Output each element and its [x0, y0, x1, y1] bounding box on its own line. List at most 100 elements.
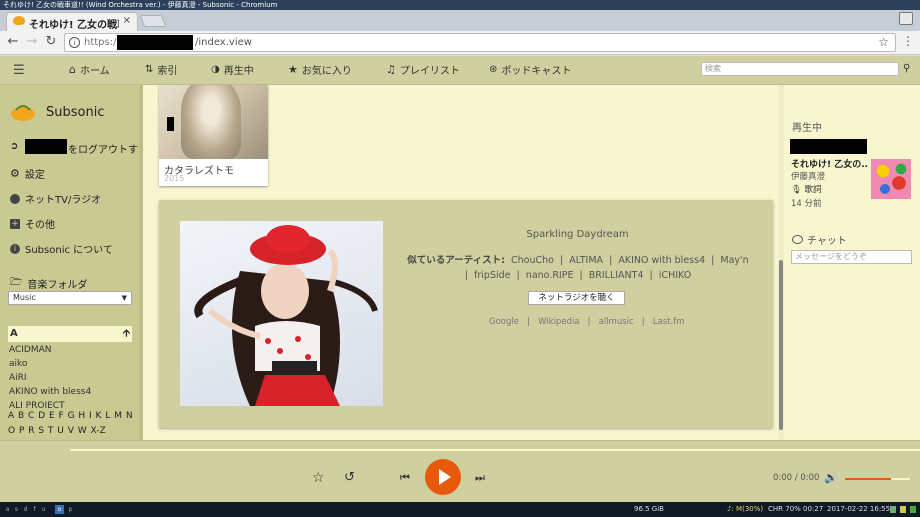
similar-artist-link[interactable]: iCHIKO: [659, 270, 691, 281]
workspace[interactable]: d: [21, 505, 30, 514]
workspace[interactable]: s: [12, 505, 21, 514]
alphabet-index[interactable]: A B C D E F G H I K L M N O P R S T U V …: [8, 409, 138, 439]
workspace[interactable]: a: [3, 505, 12, 514]
player-time: 0:00 / 0:00: [773, 473, 820, 483]
microphone-icon: 🎙: [791, 185, 802, 195]
address-bar[interactable]: i https:// /index.view ☆: [64, 33, 896, 52]
window-title: それゆけ! 乙女の戦車道!! (Wind Orchestra ver.) - 伊…: [0, 0, 920, 10]
logout-link[interactable]: ➲: [10, 141, 18, 152]
forward-icon[interactable]: →: [24, 33, 40, 51]
menu-dots-icon[interactable]: ⋮: [902, 34, 914, 48]
profile-icon[interactable]: [899, 12, 913, 25]
hamburger-icon[interactable]: ☰: [13, 63, 25, 78]
lastfm-link[interactable]: Last.fm: [653, 317, 685, 327]
similar-artist-link[interactable]: May'n: [720, 255, 748, 266]
artist-radio-button[interactable]: ネットラジオを聴く: [528, 291, 625, 305]
reload-icon[interactable]: ↻: [43, 33, 59, 51]
now-playing-artist[interactable]: 伊藤真澄: [791, 170, 825, 182]
similar-artist-link[interactable]: BRILLIANT4: [589, 270, 644, 281]
album-card[interactable]: カタラレズトモ 2015: [159, 85, 268, 186]
headphones-icon: ◑: [211, 64, 220, 75]
nav-favorites[interactable]: ★ お気に入り: [288, 62, 352, 77]
volume-icon[interactable]: 🔊: [824, 471, 838, 484]
nav-favorites-label: お気に入り: [301, 66, 352, 77]
sidebar-item-more[interactable]: + その他: [10, 216, 55, 231]
bookmark-star-icon[interactable]: ☆: [878, 35, 889, 49]
arrow-up-icon[interactable]: 🡩: [123, 326, 130, 342]
similar-artist-link[interactable]: AKINO with bless4: [618, 255, 705, 266]
play-button[interactable]: [425, 459, 461, 495]
allmusic-link[interactable]: allmusic: [599, 317, 634, 327]
datetime: 2017-02-22 16:55: [827, 505, 891, 513]
search-input[interactable]: 検索: [701, 62, 899, 76]
album-year: 2015: [164, 174, 185, 183]
subsonic-favicon-icon: [13, 16, 25, 25]
info-circle-icon: i: [10, 243, 20, 254]
sidebar-item-label: 設定: [24, 170, 45, 181]
similar-artist-link[interactable]: ChouCho: [511, 255, 554, 266]
back-icon[interactable]: ←: [5, 33, 21, 51]
now-playing-cover[interactable]: [871, 159, 911, 199]
redacted-box: [167, 117, 174, 131]
chr-status: CHR 70% 00:27: [768, 505, 824, 513]
artist-item[interactable]: aiko: [9, 359, 27, 369]
nav-playlists[interactable]: ♫ プレイリスト: [386, 62, 460, 77]
music-status: ♪: M(30%): [727, 505, 764, 513]
sign-out-icon: ➲: [10, 141, 19, 152]
info-icon[interactable]: i: [69, 37, 80, 48]
album-cover[interactable]: [159, 85, 268, 159]
next-icon[interactable]: ⏭: [475, 471, 485, 485]
plus-square-icon: +: [10, 218, 20, 229]
similar-label: 似ているアーティスト:: [407, 255, 505, 266]
tray-icon: [910, 506, 916, 513]
url-path: /index.view: [195, 37, 252, 48]
sidebar-item-label: ネットTV/ラジオ: [25, 195, 102, 206]
nav-now-playing[interactable]: ◑ 再生中: [211, 62, 254, 77]
nav-playlists-label: プレイリスト: [399, 66, 460, 77]
tab-close-icon[interactable]: ×: [123, 15, 131, 26]
nav-index[interactable]: ⇅ 索引: [145, 62, 177, 77]
new-tab-button[interactable]: [139, 15, 167, 27]
similar-artist-link[interactable]: nano.RIPE: [526, 270, 574, 281]
redacted-username: [790, 139, 867, 154]
similar-artist-link[interactable]: ALTIMA: [569, 255, 603, 266]
workspace[interactable]: u: [39, 505, 48, 514]
chat-input[interactable]: メッセージをどうぞ: [791, 250, 912, 264]
battery-icon: [890, 506, 896, 513]
browser-tab[interactable]: それゆけ! 乙女の戦車 ×: [6, 12, 138, 31]
artist-item[interactable]: ACIDMAN: [9, 345, 52, 355]
nav-index-label: 索引: [157, 66, 178, 77]
scrollbar-thumb[interactable]: [779, 260, 783, 430]
music-folder-select[interactable]: Music ▼: [8, 291, 132, 305]
workspace[interactable]: f: [30, 505, 39, 514]
logout-label[interactable]: をログアウトす: [68, 141, 138, 156]
rss-icon: ⊛: [489, 64, 498, 75]
nav-home[interactable]: ⌂ ホーム: [69, 62, 110, 77]
url-scheme: https://: [84, 37, 120, 48]
sort-icon: ⇅: [145, 64, 154, 75]
sidebar-item-settings[interactable]: ⚙ 設定: [10, 166, 45, 181]
lyrics-label: 歌詞: [804, 185, 822, 195]
nav-podcasts[interactable]: ⊛ ポッドキャスト: [489, 62, 571, 77]
system-taskbar: a s d f u o p 96.5 GiB ♪: M(30%) CHR 70%…: [0, 502, 920, 517]
wikipedia-link[interactable]: Wikipedia: [538, 317, 579, 327]
music-folder-value: Music: [13, 293, 36, 302]
favorite-star-icon[interactable]: ☆: [312, 470, 325, 486]
similar-artist-link[interactable]: fripSide: [474, 270, 510, 281]
artist-item[interactable]: AKINO with bless4: [9, 387, 91, 397]
progress-track[interactable]: [70, 449, 920, 451]
workspace[interactable]: p: [66, 505, 75, 514]
artist-item[interactable]: ALI PROJECT: [9, 401, 65, 408]
google-link[interactable]: Google: [489, 317, 519, 327]
sidebar-item-about[interactable]: i Subsonic について: [10, 241, 113, 256]
previous-icon[interactable]: ⏮: [400, 471, 410, 485]
lyrics-link[interactable]: 🎙 歌詞: [791, 183, 822, 195]
artist-item[interactable]: AiRI: [9, 373, 27, 383]
workspace-active[interactable]: o: [55, 505, 64, 514]
repeat-icon[interactable]: ↺: [344, 470, 355, 485]
album-art-figure: [181, 85, 241, 159]
search-icon[interactable]: ⚲: [903, 63, 910, 74]
chat-label: チャット: [807, 236, 847, 247]
now-playing-title[interactable]: それゆけ! 乙女の...: [791, 157, 869, 170]
sidebar-item-radio[interactable]: ネットTV/ラジオ: [10, 191, 101, 206]
